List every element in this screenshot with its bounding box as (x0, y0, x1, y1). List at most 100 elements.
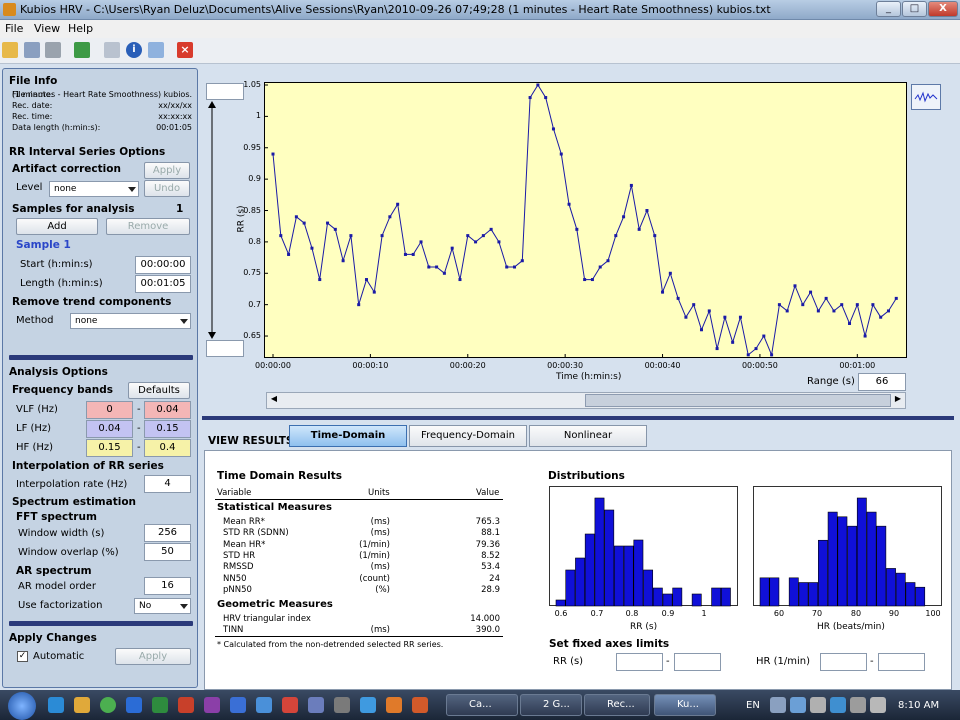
rr-min-field[interactable] (616, 653, 663, 671)
task-kubios[interactable]: Ku... (654, 694, 716, 716)
menu-view[interactable]: View (34, 22, 60, 35)
measure-value: 14.000 (470, 614, 500, 624)
measure-name: RMSSD (223, 562, 254, 573)
menu-help[interactable]: Help (68, 22, 93, 35)
task-g[interactable]: 2 G... (520, 694, 582, 716)
excel-icon[interactable] (152, 697, 168, 713)
plot-options-button[interactable] (911, 84, 941, 110)
level-select[interactable]: none (49, 181, 139, 197)
measure-units: (%) (375, 584, 390, 595)
hr-min-field[interactable] (820, 653, 867, 671)
window-overlap-field[interactable]: 50 (144, 543, 191, 561)
sample-name: Sample 1 (16, 239, 71, 251)
open-icon[interactable] (2, 42, 18, 58)
volume-icon[interactable] (870, 697, 886, 713)
tray-icon-3[interactable] (810, 697, 826, 713)
print-icon[interactable] (45, 42, 61, 58)
y-min-field[interactable] (206, 340, 244, 357)
factorization-select[interactable]: No (134, 598, 191, 614)
settings-icon[interactable] (104, 42, 120, 58)
measure-units: (1/min) (359, 550, 390, 561)
app-icon-3[interactable] (308, 697, 324, 713)
task-ca[interactable]: Ca... (446, 694, 518, 716)
firefox-icon[interactable] (412, 697, 428, 713)
hf-high-field[interactable]: 0.4 (144, 439, 191, 457)
outlook-icon[interactable] (230, 697, 246, 713)
onenote-icon[interactable] (204, 697, 220, 713)
network-icon[interactable] (850, 697, 866, 713)
scroll-thumb[interactable] (585, 394, 891, 407)
close-icon[interactable]: × (177, 42, 193, 58)
method-select[interactable]: none (70, 313, 191, 329)
browser-icon[interactable] (48, 697, 64, 713)
folder-icon[interactable] (74, 697, 90, 713)
lf-high-field[interactable]: 0.15 (144, 420, 191, 438)
export-icon[interactable] (74, 42, 90, 58)
maximize-button[interactable]: □ (902, 1, 927, 17)
ar-order-field[interactable]: 16 (144, 577, 191, 595)
app-icon-5[interactable] (360, 697, 376, 713)
lf-label: LF (Hz) (16, 423, 52, 434)
app-icon-4[interactable] (334, 697, 350, 713)
rr-point (629, 183, 633, 187)
defaults-button[interactable]: Defaults (128, 382, 190, 399)
minimize-button[interactable]: _ (876, 1, 901, 17)
help-icon[interactable] (148, 42, 164, 58)
tab-nonlinear[interactable]: Nonlinear (529, 425, 647, 447)
close-window-button[interactable]: X (928, 1, 958, 17)
vlf-high-field[interactable]: 0.04 (144, 401, 191, 419)
clock[interactable]: 8:10 AM (898, 700, 939, 711)
app-icon-2[interactable] (282, 697, 298, 713)
menu-file[interactable]: File (5, 22, 23, 35)
level-value: none (54, 184, 77, 194)
info-icon[interactable]: i (126, 42, 142, 58)
undo-button[interactable]: Undo (144, 180, 190, 197)
powerpoint-icon[interactable] (178, 697, 194, 713)
rr-point (520, 259, 524, 263)
task-rec[interactable]: Rec... (584, 694, 650, 716)
time-scrollbar[interactable]: ◀ ▶ (266, 392, 906, 409)
histogram-bar (837, 516, 848, 607)
lf-low-field[interactable]: 0.04 (86, 420, 133, 438)
rr-max-field[interactable] (674, 653, 721, 671)
histogram-bar (808, 582, 819, 607)
app-icon-6[interactable] (386, 697, 402, 713)
automatic-label: Automatic (33, 651, 85, 662)
tray-icon-4[interactable] (830, 697, 846, 713)
apply-changes-button[interactable]: Apply (115, 648, 191, 665)
scroll-right-icon[interactable]: ▶ (892, 394, 904, 407)
save-icon[interactable] (24, 42, 40, 58)
remove-sample-button[interactable]: Remove (106, 218, 190, 235)
range-field[interactable]: 66 (858, 373, 906, 391)
tray-icon-2[interactable] (790, 697, 806, 713)
artifact-correction-title: Artifact correction (12, 163, 121, 175)
vlf-low-field[interactable]: 0 (86, 401, 133, 419)
rr-point (287, 252, 291, 256)
automatic-checkbox[interactable]: ✓ (17, 651, 28, 662)
app-icon-1[interactable] (256, 697, 272, 713)
hr-histogram-label: HR (beats/min) (817, 622, 885, 632)
start-field[interactable]: 00:00:00 (135, 256, 191, 274)
artifact-apply-button[interactable]: Apply (144, 162, 190, 179)
add-sample-button[interactable]: Add (16, 218, 98, 235)
waveform-icon (914, 91, 938, 103)
method-value: none (75, 316, 98, 326)
tab-time-domain[interactable]: Time-Domain (289, 425, 407, 447)
word-icon[interactable] (126, 697, 142, 713)
interpolation-rate-field[interactable]: 4 (144, 475, 191, 493)
rr-point (536, 83, 540, 87)
measure-name: TINN (223, 625, 244, 636)
length-field[interactable]: 00:01:05 (135, 275, 191, 293)
language-indicator[interactable]: EN (746, 700, 760, 711)
window-width-field[interactable]: 256 (144, 524, 191, 542)
x-tick-label: 00:00:30 (547, 361, 584, 370)
scroll-left-icon[interactable]: ◀ (268, 394, 280, 407)
tab-frequency-domain[interactable]: Frequency-Domain (409, 425, 527, 447)
hr-max-field[interactable] (878, 653, 925, 671)
chrome-icon[interactable] (100, 697, 116, 713)
histogram-bar (827, 511, 838, 607)
hf-low-field[interactable]: 0.15 (86, 439, 133, 457)
tray-icon-1[interactable] (770, 697, 786, 713)
samples-count: 1 (176, 203, 184, 215)
start-button[interactable] (8, 692, 36, 720)
